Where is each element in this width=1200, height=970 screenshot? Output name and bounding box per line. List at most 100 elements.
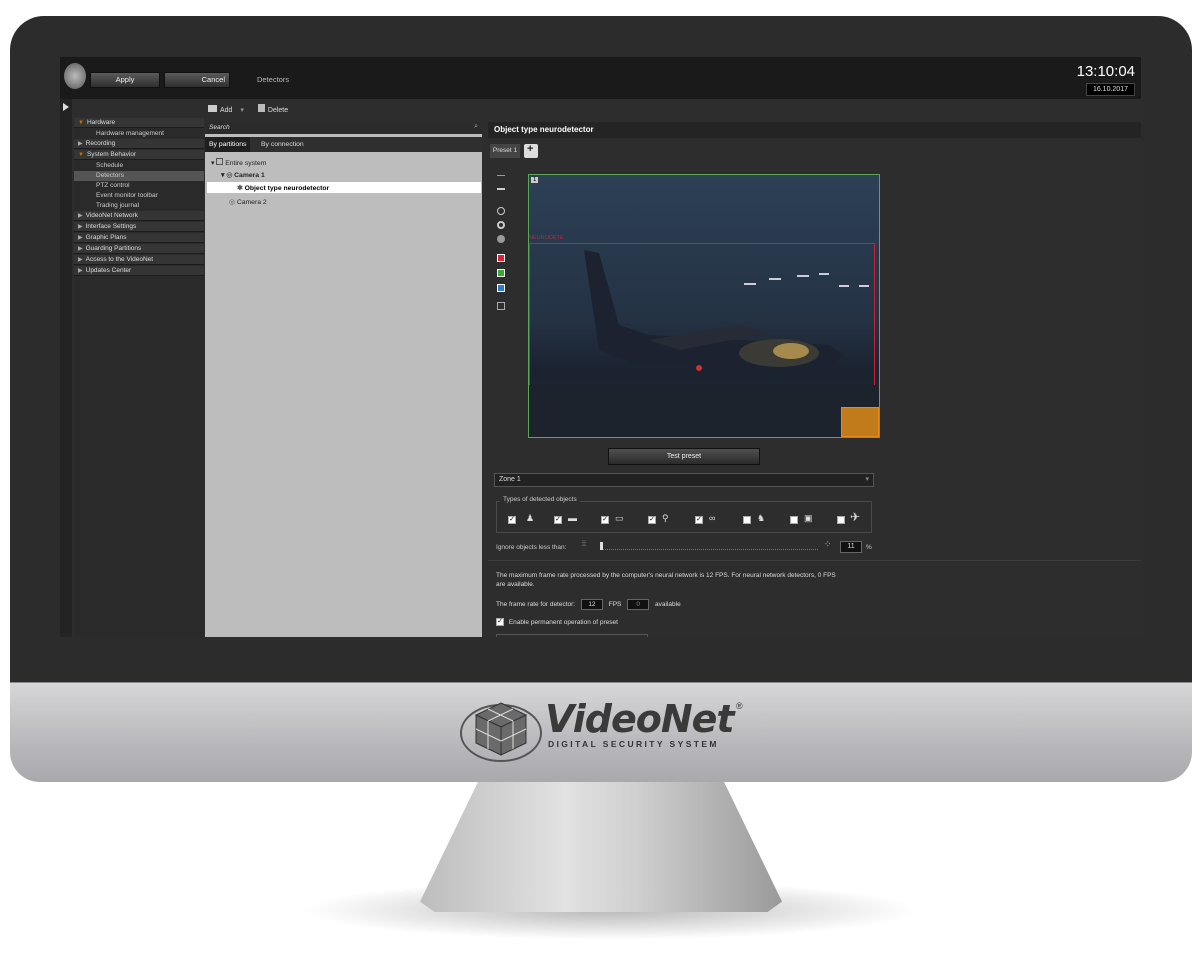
- ignore-label: Ignore objects less than:: [496, 544, 567, 551]
- nav-videonet-network[interactable]: ▶ VideoNet Network: [74, 211, 204, 221]
- person-icon: ♟: [526, 513, 535, 523]
- nav-access-videonet[interactable]: ▶ Access to the VideoNet: [74, 255, 204, 265]
- cancel-button[interactable]: Cancel: [164, 72, 230, 88]
- fps-label: The frame rate for detector:: [496, 601, 576, 608]
- tab-by-connection[interactable]: By connection: [257, 137, 308, 152]
- small-size-icon: ⁞⁞: [582, 541, 586, 548]
- brand-registered: ®: [736, 701, 743, 711]
- size-slider[interactable]: [600, 542, 818, 550]
- chart-icon[interactable]: [497, 302, 505, 310]
- tree-tabs: By partitions By connection: [205, 137, 482, 152]
- fps-row: The frame rate for detector: 12 FPS 0 av…: [496, 599, 796, 610]
- blue-color-icon[interactable]: [497, 284, 505, 292]
- nav-hardware[interactable]: ▼ Hardware: [74, 118, 204, 128]
- airplane-icon: ✈: [850, 510, 861, 524]
- panel-title: Object type neurodetector: [488, 122, 1141, 138]
- minimum-size-box[interactable]: [841, 407, 879, 437]
- nav-recording[interactable]: ▶ Recording: [74, 139, 204, 149]
- bus-icon: ▭: [615, 513, 624, 523]
- zone-select[interactable]: Zone 1 ▾: [494, 473, 874, 487]
- delete-button[interactable]: Delete: [268, 107, 288, 114]
- apply-button[interactable]: Apply: [90, 72, 160, 88]
- rect-tool-icon[interactable]: [497, 188, 505, 196]
- search-input[interactable]: Search: [205, 122, 482, 134]
- line-tool-icon[interactable]: [497, 175, 505, 183]
- tree-node-camera-1[interactable]: ▾ ◎ Camera 1: [221, 171, 265, 179]
- settings-nav: ▼ Hardware Hardware management ▶ Recording…: [74, 118, 204, 637]
- camera-icon: ◎: [226, 172, 233, 179]
- available-label: available: [655, 601, 681, 608]
- nav-detectors[interactable]: Detectors: [74, 171, 204, 181]
- divider: [488, 560, 1141, 561]
- circle-tool-icon[interactable]: [497, 221, 505, 229]
- rotate-icon[interactable]: [497, 207, 505, 215]
- person-checkbox[interactable]: ✓: [508, 516, 516, 524]
- red-color-icon[interactable]: [497, 254, 505, 262]
- ignore-size-input[interactable]: 11: [840, 541, 862, 553]
- app-logo-icon: [64, 63, 86, 89]
- tree-node-neurodetector[interactable]: ✱ Object type neurodetector: [237, 184, 329, 192]
- bicycle-icon: ∞: [709, 513, 716, 523]
- tree-node-entire-system[interactable]: ▾ Entire system: [211, 158, 266, 167]
- videonet-logo-icon: [460, 702, 542, 762]
- app-screen: Apply Cancel Detectors 13:10:04 16.10.20…: [60, 57, 1141, 637]
- test-preset-button[interactable]: Test preset: [608, 448, 760, 465]
- nav-guarding-partitions[interactable]: ▶ Guarding Partitions: [74, 244, 204, 254]
- airplane-image: [529, 250, 879, 437]
- green-color-icon[interactable]: [497, 269, 505, 277]
- nav-ptz-control[interactable]: PTZ control: [74, 181, 204, 191]
- plus-icon: +: [527, 143, 534, 155]
- add-preset-button[interactable]: +: [524, 143, 538, 158]
- car-checkbox[interactable]: ✓: [554, 516, 562, 524]
- slider-handle[interactable]: [600, 542, 603, 550]
- collapse-strip[interactable]: [60, 99, 72, 637]
- add-icon: [208, 105, 217, 112]
- page-title: Detectors: [257, 75, 290, 84]
- percent-sign: %: [866, 544, 872, 551]
- dog-checkbox[interactable]: [743, 516, 751, 524]
- tab-by-partitions[interactable]: By partitions: [205, 137, 251, 152]
- bus-checkbox[interactable]: ✓: [601, 516, 609, 524]
- motorcycle-checkbox[interactable]: ✓: [648, 516, 656, 524]
- expand-arrow-icon[interactable]: [63, 103, 69, 111]
- camera-preview[interactable]: 1 NEURODETE: [528, 174, 880, 438]
- permanent-row: ✓ Enable permanent operation of preset: [496, 618, 836, 627]
- tree-toolbar: Add ▾ Delete: [208, 104, 288, 116]
- nav-trading-journal[interactable]: Trading journal: [74, 201, 204, 211]
- nav-interface-settings[interactable]: ▶ Interface Settings: [74, 222, 204, 232]
- system-icon: [216, 158, 224, 165]
- nav-schedule[interactable]: Schedule: [74, 161, 204, 171]
- nav-system-behavior[interactable]: ▼ System Behavior: [74, 150, 204, 160]
- permanent-checkbox[interactable]: ✓: [496, 618, 504, 627]
- bicycle-checkbox[interactable]: ✓: [695, 516, 703, 524]
- clock-date: 16.10.2017: [1085, 83, 1135, 96]
- nav-hardware-management[interactable]: Hardware management: [74, 129, 204, 139]
- nav-updates-center[interactable]: ▶ Updates Center: [74, 266, 204, 276]
- detector-icon: ✱: [237, 185, 243, 192]
- detected-objects-label: Types of detected objects: [500, 496, 580, 503]
- detected-objects-group: [496, 501, 872, 533]
- tree-node-camera-2[interactable]: ◎ Camera 2: [229, 198, 267, 206]
- brand-tagline: DIGITAL SECURITY SYSTEM: [548, 739, 719, 749]
- motorcycle-icon: ⚲: [662, 513, 669, 523]
- add-button[interactable]: Add: [220, 107, 232, 114]
- nav-graphic-plans[interactable]: ▶ Graphic Plans: [74, 233, 204, 243]
- fps-input[interactable]: 12: [580, 599, 603, 610]
- nav-event-monitor-toolbar[interactable]: Event monitor toolbar: [74, 191, 204, 201]
- camera-icon: ◎: [229, 199, 235, 206]
- clock-time: 13:10:04: [1076, 63, 1135, 80]
- airplane-checkbox[interactable]: [837, 516, 845, 524]
- search-icon[interactable]: ⌕: [474, 123, 478, 131]
- available-fps: 0: [627, 599, 650, 610]
- tab-preset-1[interactable]: Preset 1: [490, 144, 520, 158]
- car-icon: ▬: [568, 513, 577, 523]
- device-tree: Search ⌕ By partitions By connection ▾ E…: [205, 122, 482, 637]
- delete-icon: [257, 104, 265, 112]
- train-checkbox[interactable]: [790, 516, 798, 524]
- large-size-icon: ⁘: [824, 539, 832, 549]
- chevron-down-icon: ▾: [865, 476, 869, 483]
- partial-control: [496, 634, 648, 637]
- fill-tool-icon[interactable]: [497, 235, 505, 243]
- permanent-label: Enable permanent operation of preset: [508, 619, 618, 626]
- monitor-chin: VideoNet ® DIGITAL SECURITY SYSTEM: [10, 682, 1192, 782]
